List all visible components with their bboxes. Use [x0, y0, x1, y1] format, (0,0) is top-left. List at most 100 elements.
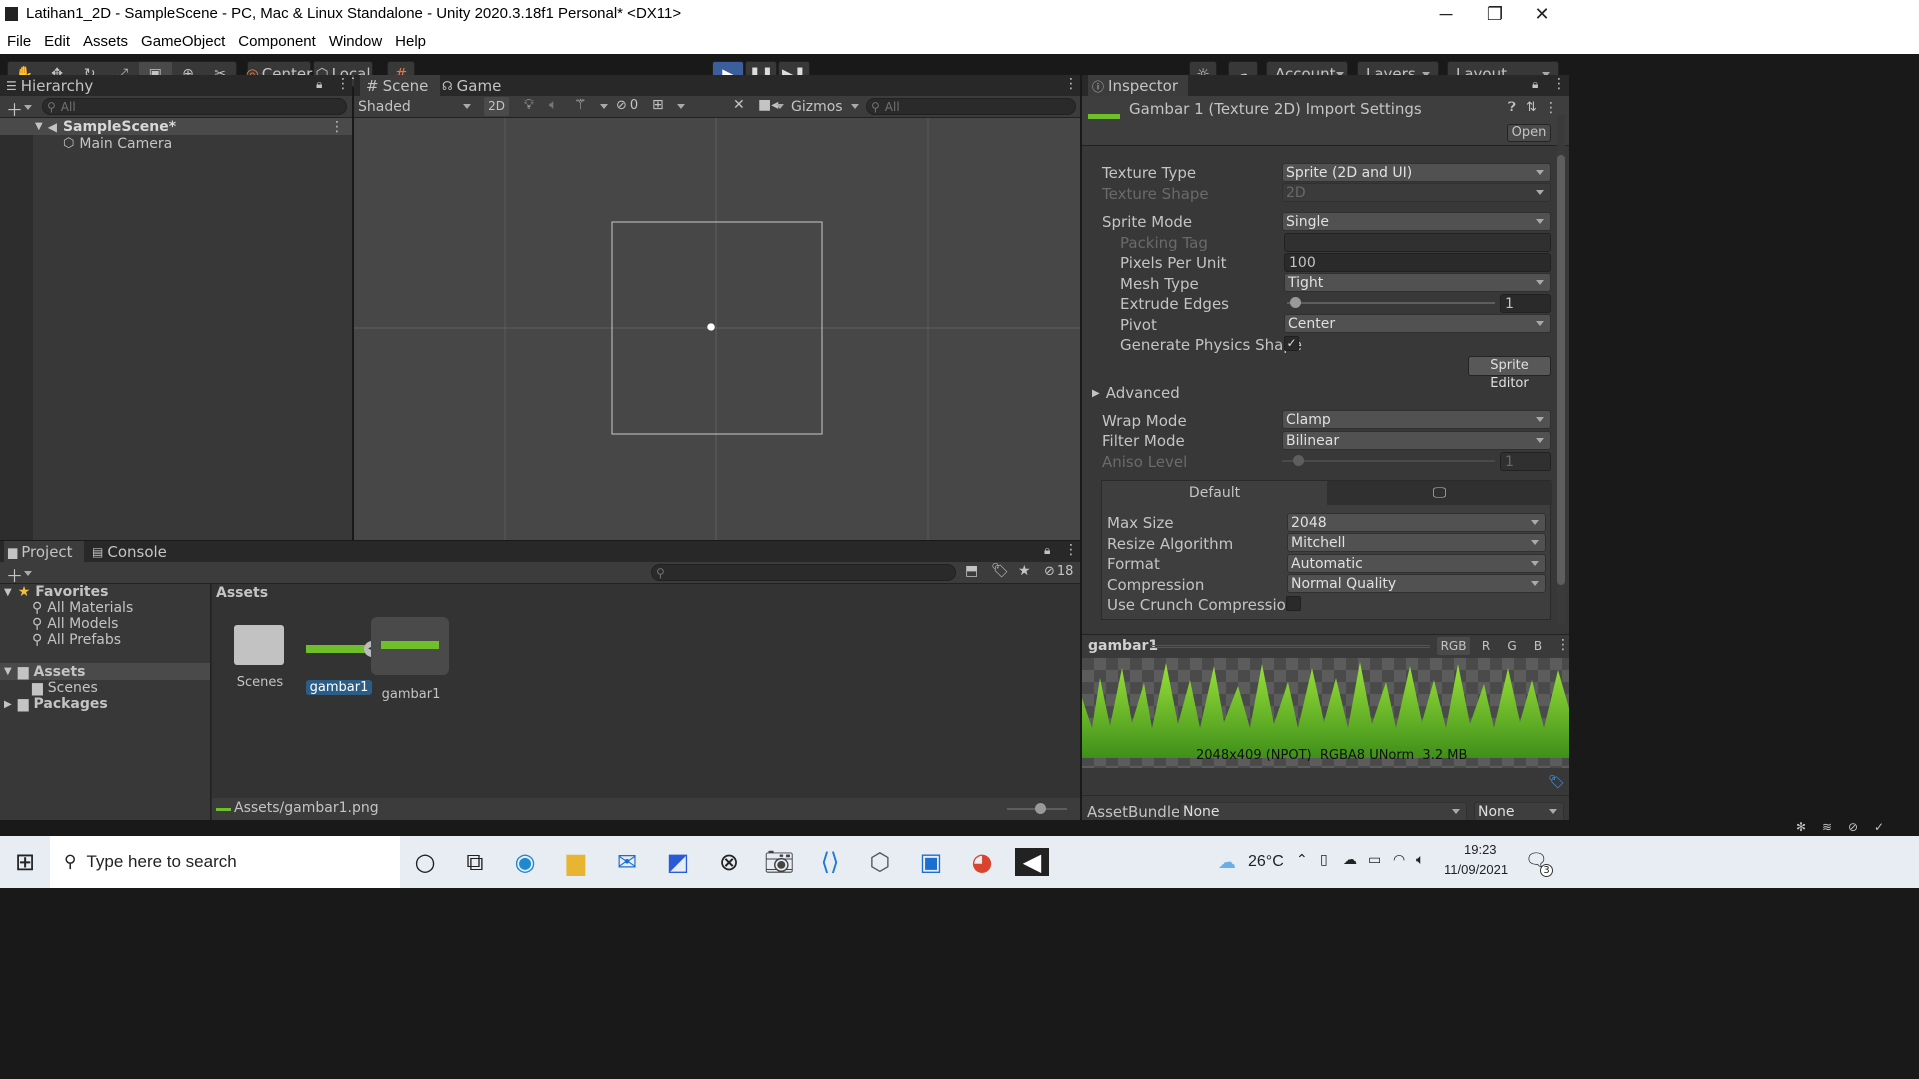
menu-gameobject[interactable]: GameObject [141, 33, 225, 50]
onedrive-icon[interactable]: ☁ [1343, 852, 1357, 868]
favorite-star-icon[interactable]: ★ [1018, 563, 1031, 579]
debug-icon[interactable]: ✻ [1796, 820, 1806, 834]
kebab-menu-icon[interactable]: ⋮ [1064, 76, 1078, 92]
search-by-label-icon[interactable]: 🏷︎ [991, 563, 1009, 579]
channel-r-button[interactable]: R [1475, 637, 1497, 655]
favorite-item[interactable]: ⚲ All Models [32, 616, 118, 632]
cortana-icon[interactable]: ○ [400, 836, 450, 888]
open-button[interactable]: Open [1507, 124, 1551, 142]
favorites-folder[interactable]: ▼ ★ Favorites [4, 584, 108, 600]
inspector-scrollbar[interactable] [1557, 115, 1565, 625]
chrome-icon[interactable]: ◕ [957, 836, 1007, 888]
kebab-menu-icon[interactable]: ⋮ [1552, 76, 1566, 92]
tab-project[interactable]: ▆ Project [4, 541, 84, 563]
app-icon[interactable]: ◩ [653, 836, 703, 888]
scene-viewport[interactable]: ⏺ [354, 118, 1080, 540]
tray-chevron-icon[interactable]: ⌃ [1296, 852, 1308, 868]
assetbundle-variant-dropdown[interactable]: None [1474, 802, 1564, 821]
tab-standalone-platform[interactable]: 🖵︎ [1327, 481, 1552, 505]
tab-hierarchy[interactable]: ☰ Hierarchy [6, 75, 93, 97]
menu-edit[interactable]: Edit [44, 33, 70, 50]
extrude-edges-field[interactable]: 1 [1500, 294, 1551, 313]
battery-icon[interactable]: ▭ [1368, 852, 1381, 868]
hierarchy-search-input[interactable]: ⚲ All [42, 98, 347, 115]
tab-scene[interactable]: # Scene [360, 75, 440, 97]
gizmos-dropdown[interactable]: Gizmos [791, 97, 859, 116]
menu-help[interactable]: Help [395, 33, 426, 50]
kebab-menu-icon[interactable]: ⋮ [330, 119, 344, 135]
menu-window[interactable]: Window [329, 33, 382, 50]
task-view-icon[interactable]: ⧉ [450, 836, 500, 888]
extrude-slider-handle[interactable] [1290, 297, 1301, 308]
filter-mode-dropdown[interactable]: Bilinear [1282, 431, 1551, 450]
resize-algorithm-dropdown[interactable]: Mitchell [1287, 533, 1546, 552]
generate-physics-checkbox[interactable]: ✓ [1284, 336, 1299, 351]
wrap-mode-dropdown[interactable]: Clamp [1282, 410, 1551, 429]
clock-date[interactable]: 11/09/2021 [1444, 862, 1508, 877]
tab-default-platform[interactable]: Default [1102, 481, 1327, 505]
kebab-menu-icon[interactable]: ⋮ [1064, 542, 1078, 558]
scene-search-input[interactable]: ⚲ All [866, 98, 1076, 115]
packages-folder[interactable]: ▶ ▆ Packages [4, 696, 108, 712]
chevron-down-icon[interactable] [776, 104, 784, 109]
asset-item-gambar1-sprite[interactable]: gambar1 [371, 617, 451, 702]
preset-icon[interactable]: ⇅ [1526, 100, 1537, 115]
camera-app-icon[interactable]: 📷︎ [754, 836, 804, 888]
close-icon[interactable]: ✕ [1513, 0, 1571, 29]
effects-icon[interactable]: ⚚ [574, 97, 587, 113]
assets-folder[interactable]: ▼ ▆ Assets [0, 663, 210, 680]
menu-file[interactable]: File [7, 33, 31, 50]
status-check-icon[interactable]: ✓ [1874, 820, 1884, 834]
expand-arrow-icon[interactable]: ▼ [4, 666, 12, 677]
scene-row[interactable]: ▼ ◀ SampleScene* ⋮ [0, 118, 352, 135]
tray-device-icon[interactable]: ▯ [1320, 852, 1328, 868]
menu-assets[interactable]: Assets [83, 33, 128, 50]
channel-g-button[interactable]: G [1501, 637, 1523, 655]
xbox-icon[interactable]: ⊗ [704, 836, 754, 888]
chevron-down-icon[interactable] [24, 571, 32, 576]
compression-dropdown[interactable]: Normal Quality [1287, 574, 1546, 593]
chevron-down-icon[interactable] [677, 104, 685, 109]
kebab-menu-icon[interactable]: ⋮ [1544, 100, 1558, 116]
hidden-packages-toggle[interactable]: ⊘ 18 [1044, 564, 1073, 579]
tab-inspector[interactable]: ⓘ Inspector [1088, 75, 1188, 97]
kebab-menu-icon[interactable]: ⋮ [1556, 637, 1570, 653]
scenes-folder[interactable]: ▆ Scenes [32, 680, 98, 696]
taskbar-search-box[interactable]: ⚲ Type here to search [50, 836, 400, 888]
asset-item-gambar1-texture[interactable]: ◀ gambar1 [306, 619, 380, 695]
scrollbar-thumb[interactable] [1557, 155, 1565, 585]
file-explorer-icon[interactable]: ▆ [551, 836, 601, 888]
mail-icon[interactable]: ✉ [602, 836, 652, 888]
asset-item-scenes[interactable]: Scenes [234, 619, 286, 690]
camera-gizmo-icon[interactable]: ⏺ [707, 317, 715, 337]
wifi-icon[interactable]: ◠ [1393, 852, 1405, 868]
preview-drag-handle[interactable] [1150, 645, 1430, 648]
expand-arrow-icon[interactable]: ▶ [4, 699, 12, 710]
progress-icon[interactable]: ≋ [1822, 820, 1832, 834]
hidden-objects-toggle[interactable]: ⊘ 0 [616, 98, 638, 113]
auto-generate-icon[interactable]: ⊘ [1848, 820, 1858, 834]
assetbundle-dropdown[interactable]: None [1179, 802, 1467, 821]
tab-console[interactable]: ▤ Console [92, 541, 167, 563]
menu-component[interactable]: Component [238, 33, 316, 50]
mode-2d-toggle[interactable]: 2D [484, 97, 509, 116]
kebab-menu-icon[interactable]: ⋮ [336, 76, 350, 92]
max-size-dropdown[interactable]: 2048 [1287, 513, 1546, 532]
favorite-item[interactable]: ⚲ All Prefabs [32, 632, 121, 648]
search-by-type-icon[interactable]: ⬒ [965, 563, 978, 579]
unity-editor-icon[interactable]: ◀ [1007, 836, 1057, 888]
project-search-input[interactable]: ⚲ [651, 564, 956, 581]
lighting-icon[interactable]: 💡︎ [524, 97, 534, 113]
hierarchy-item[interactable]: ⬡ Main Camera [0, 135, 352, 152]
label-icon[interactable]: 🏷︎ [1548, 775, 1565, 790]
shading-dropdown[interactable]: Shaded [358, 97, 475, 116]
tab-game[interactable]: ☊ Game [442, 75, 501, 97]
edge-icon[interactable]: ◉ [500, 836, 550, 888]
unity-hub-icon[interactable]: ⬡ [855, 836, 905, 888]
expand-arrow-icon[interactable]: ▼ [4, 587, 12, 598]
grid-icon[interactable]: ⊞ [652, 97, 664, 113]
chevron-down-icon[interactable] [24, 105, 32, 110]
audio-icon[interactable]: 🔈︎ [549, 97, 557, 113]
sprite-mode-dropdown[interactable]: Single [1282, 212, 1551, 231]
channel-b-button[interactable]: B [1527, 637, 1549, 655]
